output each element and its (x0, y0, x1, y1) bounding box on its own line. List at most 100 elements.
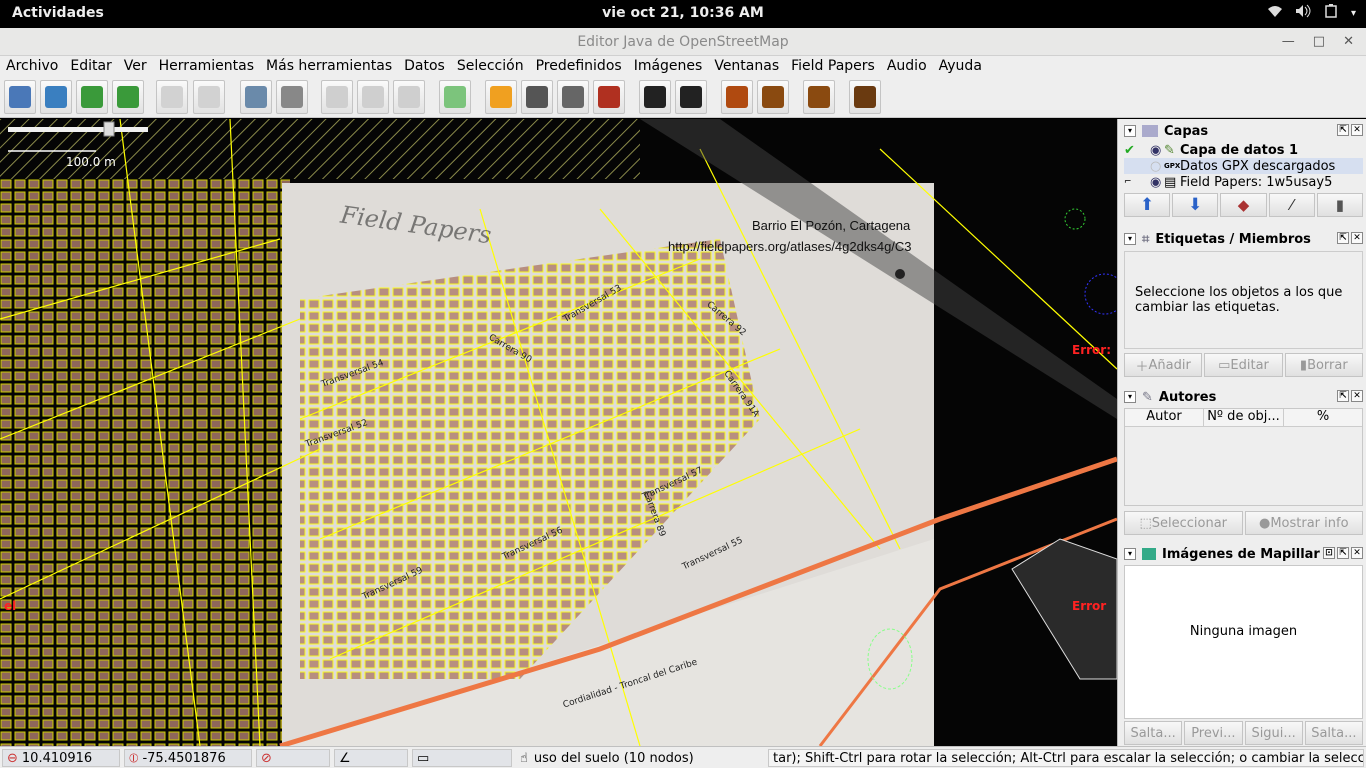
tags-header[interactable]: ▾ ⌗ Etiquetas / Miembros ⇱ ✕ (1118, 229, 1366, 249)
zoom-slider-track[interactable] (8, 127, 148, 132)
reverse-way-button[interactable] (393, 80, 425, 114)
map-canvas[interactable] (0, 119, 1117, 746)
preset-road-button[interactable] (485, 80, 517, 114)
close-icon[interactable]: ✕ (1351, 124, 1363, 136)
open-location-button[interactable] (40, 80, 72, 114)
combine-way-button[interactable] (357, 80, 389, 114)
col-author[interactable]: Autor (1125, 409, 1204, 426)
close-icon[interactable]: ✕ (1351, 390, 1363, 402)
move-up-button[interactable]: ⬆ (1124, 193, 1171, 217)
authors-header[interactable]: ▾ ✎ Autores ⇱ ✕ (1118, 387, 1366, 407)
col-percent[interactable]: % (1284, 409, 1362, 426)
pin-icon[interactable]: ⇱ (1337, 124, 1349, 136)
show-info-button[interactable]: ● Mostrar info (1244, 511, 1363, 535)
layers-header[interactable]: ▾ Capas ⇱ ✕ (1118, 121, 1366, 141)
preferences-button[interactable] (276, 80, 308, 114)
area-icon (444, 86, 466, 108)
preset-wall-button[interactable] (593, 80, 625, 114)
pin-icon[interactable]: ⇱ (1337, 547, 1349, 559)
preset-track-button[interactable] (521, 80, 553, 114)
window-title: Editor Java de OpenStreetMap (577, 34, 789, 50)
osm-layer-icon: ✎ (1164, 142, 1175, 158)
longitude-icon: ⦶ (129, 750, 139, 766)
minimize-icon[interactable]: — (1282, 28, 1295, 56)
add-tag-button[interactable]: ＋ Añadir (1124, 353, 1203, 377)
merge-layers-button[interactable]: ◆ (1220, 193, 1267, 217)
eye-icon[interactable]: ◉ (1150, 175, 1164, 190)
hidden-eye-icon[interactable]: ○ (1150, 159, 1164, 174)
layers-buttons: ⬆ ⬇ ◆ ⁄ ▮ (1124, 193, 1364, 217)
preset-car-button[interactable] (639, 80, 671, 114)
menu-herramientas[interactable]: Herramientas (159, 56, 260, 78)
preset-bus-button[interactable] (675, 80, 707, 114)
jump-forward-button[interactable]: Salta... (1304, 721, 1363, 745)
previous-button[interactable]: Previ... (1184, 721, 1243, 745)
layer-settings-button[interactable]: ⁄ (1268, 193, 1315, 217)
mapillary-buttons: Salta... Previ... Sigui... Salta... (1124, 721, 1363, 745)
latitude-field: ⊖ 10.410916 (2, 749, 120, 767)
layer-row-data[interactable]: ✔ ◉ ✎ Capa de datos 1 (1124, 142, 1363, 158)
menu-predefinidos[interactable]: Predefinidos (536, 56, 628, 78)
system-tray[interactable]: ▾ (1267, 4, 1356, 22)
redo-button[interactable] (193, 80, 225, 114)
undo-button[interactable] (156, 80, 188, 114)
col-count[interactable]: Nº de obj... (1204, 409, 1284, 426)
map-view[interactable]: 100.0 m Barrio El Pozón, Cartagena http:… (0, 119, 1117, 746)
menu-field-papers[interactable]: Field Papers (791, 56, 881, 78)
delete-tag-button[interactable]: ▮ Borrar (1284, 353, 1363, 377)
menu-ver[interactable]: Ver (124, 56, 153, 78)
distance-field: ▭ (412, 749, 512, 767)
layer-row-gpx[interactable]: ○ GPX Datos GPX descargados (1124, 158, 1363, 174)
jump-back-button[interactable]: Salta... (1124, 721, 1183, 745)
collapse-icon[interactable]: ▾ (1124, 125, 1136, 137)
preset-hazard-button[interactable] (721, 80, 753, 114)
upload-button[interactable] (112, 80, 144, 114)
undock-icon[interactable]: ⊡ (1323, 547, 1335, 559)
edge-label: el (4, 599, 17, 613)
mapillary-header[interactable]: ▾ Imágenes de Mapillar ⊡ ⇱ ✕ (1118, 544, 1366, 564)
collapse-icon[interactable]: ▾ (1124, 391, 1136, 403)
preset-restaurant-button[interactable] (757, 80, 789, 114)
image-layer-icon: ▤ (1164, 174, 1177, 190)
area-button[interactable] (439, 80, 471, 114)
menu-datos[interactable]: Datos (404, 56, 451, 78)
next-button[interactable]: Sigui... (1244, 721, 1303, 745)
preset-railway-button[interactable] (557, 80, 589, 114)
redo-icon (198, 86, 220, 108)
menu-editar[interactable]: Editar (70, 56, 117, 78)
download-button[interactable] (76, 80, 108, 114)
zoom-button[interactable] (240, 80, 272, 114)
collapse-icon[interactable]: ▾ (1124, 548, 1136, 560)
preset-castle-button[interactable] (803, 80, 835, 114)
layer-row-field-papers[interactable]: ⌐ ◉ ▤ Field Papers: 1w5usay5 (1124, 174, 1363, 190)
split-way-button[interactable] (321, 80, 353, 114)
preset-factory-button[interactable] (849, 80, 881, 114)
maximize-icon[interactable]: □ (1313, 28, 1325, 56)
mapillary-view: Ninguna imagen (1124, 565, 1363, 719)
select-author-button[interactable]: ⬚ Seleccionar (1124, 511, 1243, 535)
authors-icon: ✎ (1142, 389, 1153, 405)
zoom-slider-handle[interactable] (103, 121, 115, 137)
delete-layer-button[interactable]: ▮ (1316, 193, 1364, 217)
close-icon[interactable]: ✕ (1351, 547, 1363, 559)
pin-icon[interactable]: ⇱ (1337, 232, 1349, 244)
collapse-icon[interactable]: ▾ (1124, 233, 1136, 245)
open-file-button[interactable] (4, 80, 36, 114)
menu-archivo[interactable]: Archivo (6, 56, 64, 78)
pin-icon[interactable]: ⇱ (1337, 390, 1349, 402)
eye-icon[interactable]: ◉ (1150, 143, 1164, 158)
menu-mas-herramientas[interactable]: Más herramientas (266, 56, 398, 78)
menu-ayuda[interactable]: Ayuda (939, 56, 988, 78)
edit-tag-button[interactable]: ▭ Editar (1204, 353, 1283, 377)
menu-bar: Archivo Editar Ver Herramientas Más herr… (0, 56, 1366, 78)
close-icon[interactable]: ✕ (1351, 232, 1363, 244)
menu-imagenes[interactable]: Imágenes (634, 56, 709, 78)
close-icon[interactable]: ✕ (1343, 28, 1354, 56)
move-down-button[interactable]: ⬇ (1172, 193, 1219, 217)
menu-ventanas[interactable]: Ventanas (714, 56, 785, 78)
tags-message: Seleccione los objetos a los que cambiar… (1135, 285, 1343, 315)
wand-icon: ⁄ (1290, 196, 1293, 214)
menu-seleccion[interactable]: Selección (457, 56, 530, 78)
menu-audio[interactable]: Audio (887, 56, 933, 78)
clock[interactable]: vie oct 21, 10:36 AM (0, 5, 1366, 21)
